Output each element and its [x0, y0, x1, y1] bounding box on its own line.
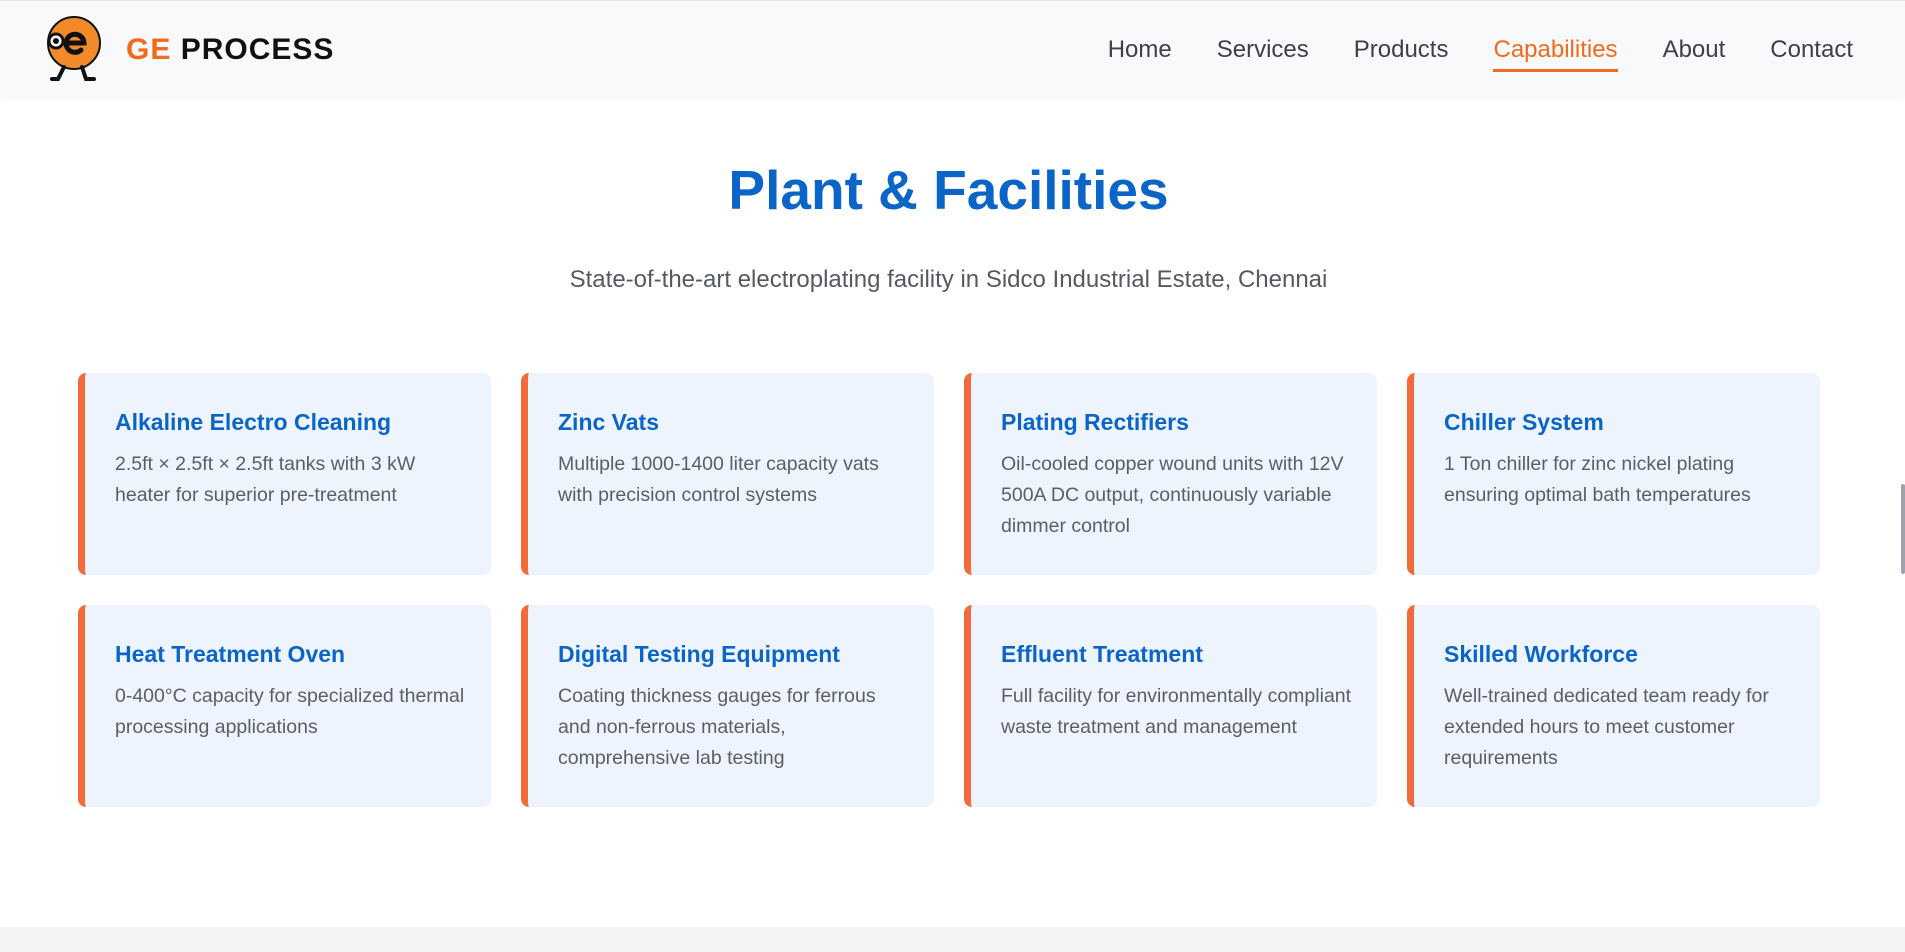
facility-card-title: Effluent Treatment [1001, 641, 1203, 667]
facilities-grid: Alkaline Electro Cleaning 2.5ft × 2.5ft … [78, 373, 1820, 807]
facility-card-description: 2.5ft × 2.5ft × 2.5ft tanks with 3 kW he… [115, 453, 416, 506]
facility-card-description: Coating thickness gauges for ferrous and… [558, 685, 876, 769]
facility-card-title: Alkaline Electro Cleaning [115, 409, 392, 435]
nav-services[interactable]: Services [1217, 35, 1309, 72]
footer-strip [0, 927, 1905, 952]
page-subtitle: State-of-the-art electroplating facility… [569, 266, 1328, 293]
facility-card-title: Skilled Workforce [1444, 641, 1638, 667]
facility-card: Heat Treatment Oven 0-400°C capacity for… [78, 605, 491, 807]
nav-about[interactable]: About [1663, 35, 1726, 72]
facility-card-title: Chiller System [1444, 409, 1604, 435]
facility-card: Plating Rectifiers Oil-cooled copper wou… [964, 373, 1377, 575]
facility-card-description: Oil-cooled copper wound units with 12V 5… [1001, 453, 1344, 537]
ge-mascot-logo-icon[interactable] [42, 13, 106, 83]
facility-card: Effluent Treatment Full facility for env… [964, 605, 1377, 807]
nav-capabilities[interactable]: Capabilities [1493, 35, 1618, 72]
facility-card: Zinc Vats Multiple 1000-1400 liter capac… [521, 373, 934, 575]
facility-card-title: Zinc Vats [558, 409, 659, 435]
brand-name[interactable]: GE PROCESS [126, 33, 334, 67]
scrollbar-thumb[interactable] [1901, 484, 1905, 574]
facility-card-description: 0-400°C capacity for specialized thermal… [115, 685, 465, 738]
nav-products[interactable]: Products [1354, 35, 1449, 72]
facility-card-title: Heat Treatment Oven [115, 641, 346, 667]
main-nav: Home Services Products Capabilities Abou… [1108, 35, 1853, 72]
facility-card: Skilled Workforce Well-trained dedicated… [1407, 605, 1820, 807]
facility-card-title: Digital Testing Equipment [558, 641, 840, 667]
page-title: Plant & Facilities [728, 159, 1169, 221]
nav-contact[interactable]: Contact [1770, 35, 1853, 72]
brand-process: PROCESS [180, 33, 335, 66]
facility-card-description: Multiple 1000-1400 liter capacity vats w… [558, 453, 879, 506]
facility-card: Alkaline Electro Cleaning 2.5ft × 2.5ft … [78, 373, 491, 575]
brand-ge: GE [126, 33, 172, 66]
facility-card-description: 1 Ton chiller for zinc nickel plating en… [1444, 453, 1751, 506]
facility-card: Chiller System 1 Ton chiller for zinc ni… [1407, 373, 1820, 575]
facility-card: Digital Testing Equipment Coating thickn… [521, 605, 934, 807]
site-header: GE PROCESS Home Services Products Capabi… [0, 0, 1905, 97]
facility-card-title: Plating Rectifiers [1001, 409, 1189, 435]
nav-home[interactable]: Home [1108, 35, 1172, 72]
facility-card-description: Full facility for environmentally compli… [1001, 685, 1352, 738]
facility-card-description: Well-trained dedicated team ready for ex… [1444, 685, 1769, 769]
